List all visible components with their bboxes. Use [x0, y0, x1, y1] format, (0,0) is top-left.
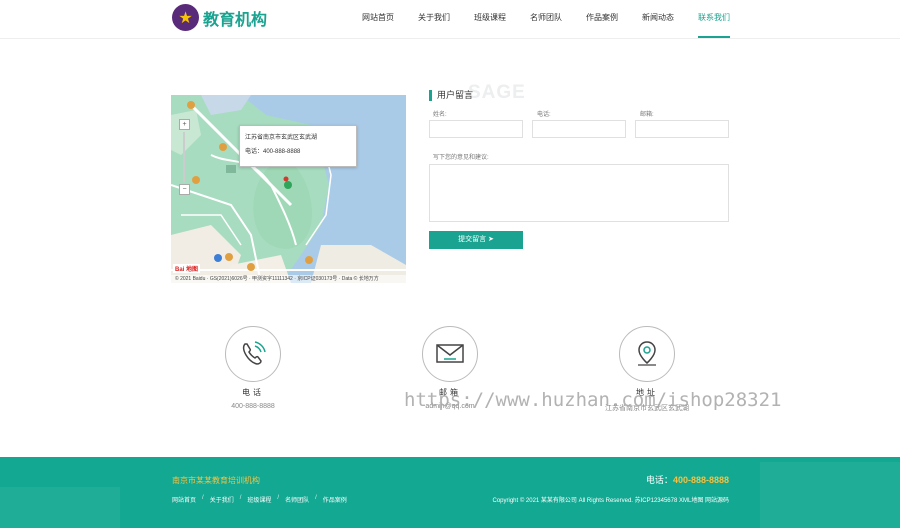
- footer-link-courses[interactable]: 班级课程: [247, 495, 271, 504]
- phone-input[interactable]: [532, 120, 626, 138]
- submit-button[interactable]: 提交留言 ➤: [429, 231, 523, 249]
- map-popup-tel: 电话：400-888-8888: [245, 149, 301, 155]
- logo-text: 教育机构: [203, 9, 268, 29]
- nav-courses[interactable]: 班级课程: [474, 0, 506, 36]
- footer-company: 南京市某某教育培训机构: [172, 476, 260, 485]
- footer-link-about[interactable]: 关于我们: [210, 495, 234, 504]
- message-label: 写下您的意见和建议:: [433, 155, 489, 161]
- footer-link-sep: /: [315, 495, 317, 501]
- footer-phone-number: 400-888-8888: [672, 475, 729, 485]
- nav-contact[interactable]: 联系我们: [698, 0, 730, 38]
- map-info-window: 江苏省南京市玄武区玄武湖 电话：400-888-8888: [239, 125, 357, 167]
- mail-icon: [436, 344, 464, 363]
- footer-link-home[interactable]: 网站首页: [172, 495, 196, 504]
- location-icon-circle: [619, 326, 675, 382]
- footer-deco-left: [0, 487, 120, 528]
- form-title: 用户留言: [429, 90, 473, 101]
- nav-news[interactable]: 新闻动态: [642, 0, 674, 36]
- name-label: 姓名:: [433, 112, 447, 118]
- footer-phone-label: 电话：: [645, 475, 673, 485]
- phone-label: 电话:: [537, 112, 551, 118]
- map-canvas: [171, 95, 406, 283]
- footer-link-teachers[interactable]: 名师团队: [285, 495, 309, 504]
- map-copyright: © 2021 Baidu · GS(2021)6026号 · 甲测资字11111…: [171, 275, 406, 283]
- footer-phone: 电话：400-888-8888: [646, 473, 729, 486]
- name-input[interactable]: [429, 120, 523, 138]
- contact-phone-label: 电话: [242, 388, 264, 397]
- zoom-in-button[interactable]: +: [179, 119, 190, 130]
- contact-phone: 电话 400-888-8888: [193, 326, 313, 410]
- nav-about[interactable]: 关于我们: [418, 0, 450, 36]
- footer-link-sep: /: [239, 495, 242, 501]
- zoom-out-button[interactable]: −: [179, 184, 190, 195]
- map-zoom-control: + −: [179, 119, 190, 197]
- phone-icon-circle: [225, 326, 281, 382]
- star-figure-icon: ★: [172, 4, 199, 31]
- footer-link-works[interactable]: 作品案例: [323, 495, 347, 504]
- site-header: ★ 教育机构 网站首页 关于我们 班级课程 名师团队 作品案例 新闻动态 联系我…: [0, 0, 900, 39]
- site-footer: 南京市某某教育培训机构 电话：400-888-8888 网站首页 / 关于我们 / …: [0, 457, 900, 528]
- contact-phone-value: 400-888-8888: [231, 403, 275, 410]
- nav-home[interactable]: 网站首页: [362, 0, 394, 36]
- form-title-watermark: SAGE: [468, 82, 526, 103]
- overlay-watermark: https://www.huzhan.com/ishop28321: [404, 389, 782, 411]
- message-textarea[interactable]: [429, 164, 729, 222]
- nav-teachers[interactable]: 名师团队: [530, 0, 562, 36]
- footer-link-sep: /: [202, 495, 204, 501]
- site-logo[interactable]: ★ 教育机构: [172, 4, 267, 31]
- map-popup-address: 江苏省南京市玄武区玄武湖: [245, 135, 318, 141]
- footer-links: 网站首页 / 关于我们 / 班级课程 / 名师团队 / 作品案例: [172, 495, 353, 504]
- baidu-map[interactable]: [171, 95, 406, 283]
- footer-copyright: Copyright © 2021 某某有限公司 All Rights Reser…: [492, 498, 729, 504]
- mail-icon-circle: [422, 326, 478, 382]
- location-icon: [638, 341, 656, 366]
- nav-works[interactable]: 作品案例: [586, 0, 618, 36]
- email-label: 邮箱:: [640, 112, 654, 118]
- baidu-map-logo[interactable]: Bai 地图: [173, 264, 201, 273]
- main-nav: 网站首页 关于我们 班级课程 名师团队 作品案例 新闻动态 联系我们: [338, 0, 730, 38]
- phone-icon: [242, 341, 266, 365]
- footer-link-sep: /: [277, 495, 280, 501]
- footer-deco-right: [760, 462, 900, 528]
- email-input[interactable]: [635, 120, 729, 138]
- zoom-slider[interactable]: [183, 132, 185, 182]
